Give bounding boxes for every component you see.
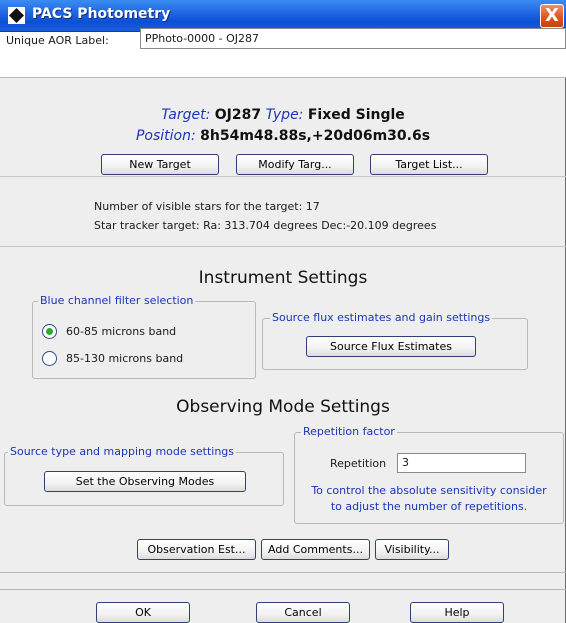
repetition-help-line-2: to adjust the number of repetitions.: [330, 500, 528, 513]
observation-estimate-button[interactable]: Observation Est...: [137, 539, 256, 560]
target-type: Fixed Single: [307, 107, 405, 123]
filter-selection-group: [32, 301, 256, 379]
radio-85-130[interactable]: [42, 351, 57, 366]
divider: [0, 246, 566, 247]
flux-group-label: Source flux estimates and gain settings: [270, 311, 493, 324]
mode-group-label: Source type and mapping mode settings: [8, 445, 237, 458]
diamond-icon: [8, 7, 25, 24]
cancel-button[interactable]: Cancel: [256, 602, 350, 623]
window-title: PACS Photometry: [32, 6, 171, 22]
modify-target-button[interactable]: Modify Targ...: [236, 154, 354, 175]
radio-60-85[interactable]: [42, 324, 57, 339]
aor-label: Unique AOR Label:: [6, 34, 109, 47]
target-list-button[interactable]: Target List...: [370, 154, 488, 175]
repetition-help-line-1: To control the absolute sensitivity cons…: [311, 484, 547, 497]
radio-60-85-label[interactable]: 60-85 microns band: [66, 325, 176, 338]
star-tracker-text: Star tracker target: Ra: 313.704 degrees…: [94, 219, 437, 232]
pacs-photometry-dialog: PACS Photometry X Unique AOR Label: PPho…: [0, 0, 566, 623]
repetition-input[interactable]: 3: [397, 453, 526, 473]
target-key: Target:: [161, 107, 211, 123]
status-bar: [0, 572, 566, 590]
close-button[interactable]: X: [540, 4, 564, 28]
source-flux-estimates-button[interactable]: Source Flux Estimates: [306, 336, 476, 357]
filter-group-label: Blue channel filter selection: [38, 294, 196, 307]
aor-label-input[interactable]: PPhoto-0000 - OJ287: [140, 28, 566, 49]
type-key: Type:: [265, 107, 304, 123]
new-target-button[interactable]: New Target: [101, 154, 219, 175]
instrument-settings-title: Instrument Settings: [198, 268, 368, 288]
observing-mode-settings-title: Observing Mode Settings: [176, 397, 390, 417]
target-position: Position: 8h54m48.88s,+20d06m30.6s: [0, 128, 566, 144]
position-value: 8h54m48.88s,+20d06m30.6s: [200, 128, 431, 144]
position-key: Position:: [135, 128, 196, 144]
repetition-label: Repetition: [330, 457, 387, 470]
help-button[interactable]: Help: [410, 602, 504, 623]
ok-button[interactable]: OK: [96, 602, 190, 623]
target-name: OJ287: [214, 107, 262, 123]
set-observing-modes-button[interactable]: Set the Observing Modes: [44, 471, 246, 492]
repetition-group-label: Repetition factor: [301, 425, 397, 438]
add-comments-button[interactable]: Add Comments...: [261, 539, 370, 560]
radio-85-130-label[interactable]: 85-130 microns band: [66, 352, 183, 365]
visible-stars-text: Number of visible stars for the target: …: [94, 200, 320, 213]
visibility-button[interactable]: Visibility...: [375, 539, 449, 560]
target-summary: Target: OJ287 Type: Fixed Single: [0, 107, 566, 123]
